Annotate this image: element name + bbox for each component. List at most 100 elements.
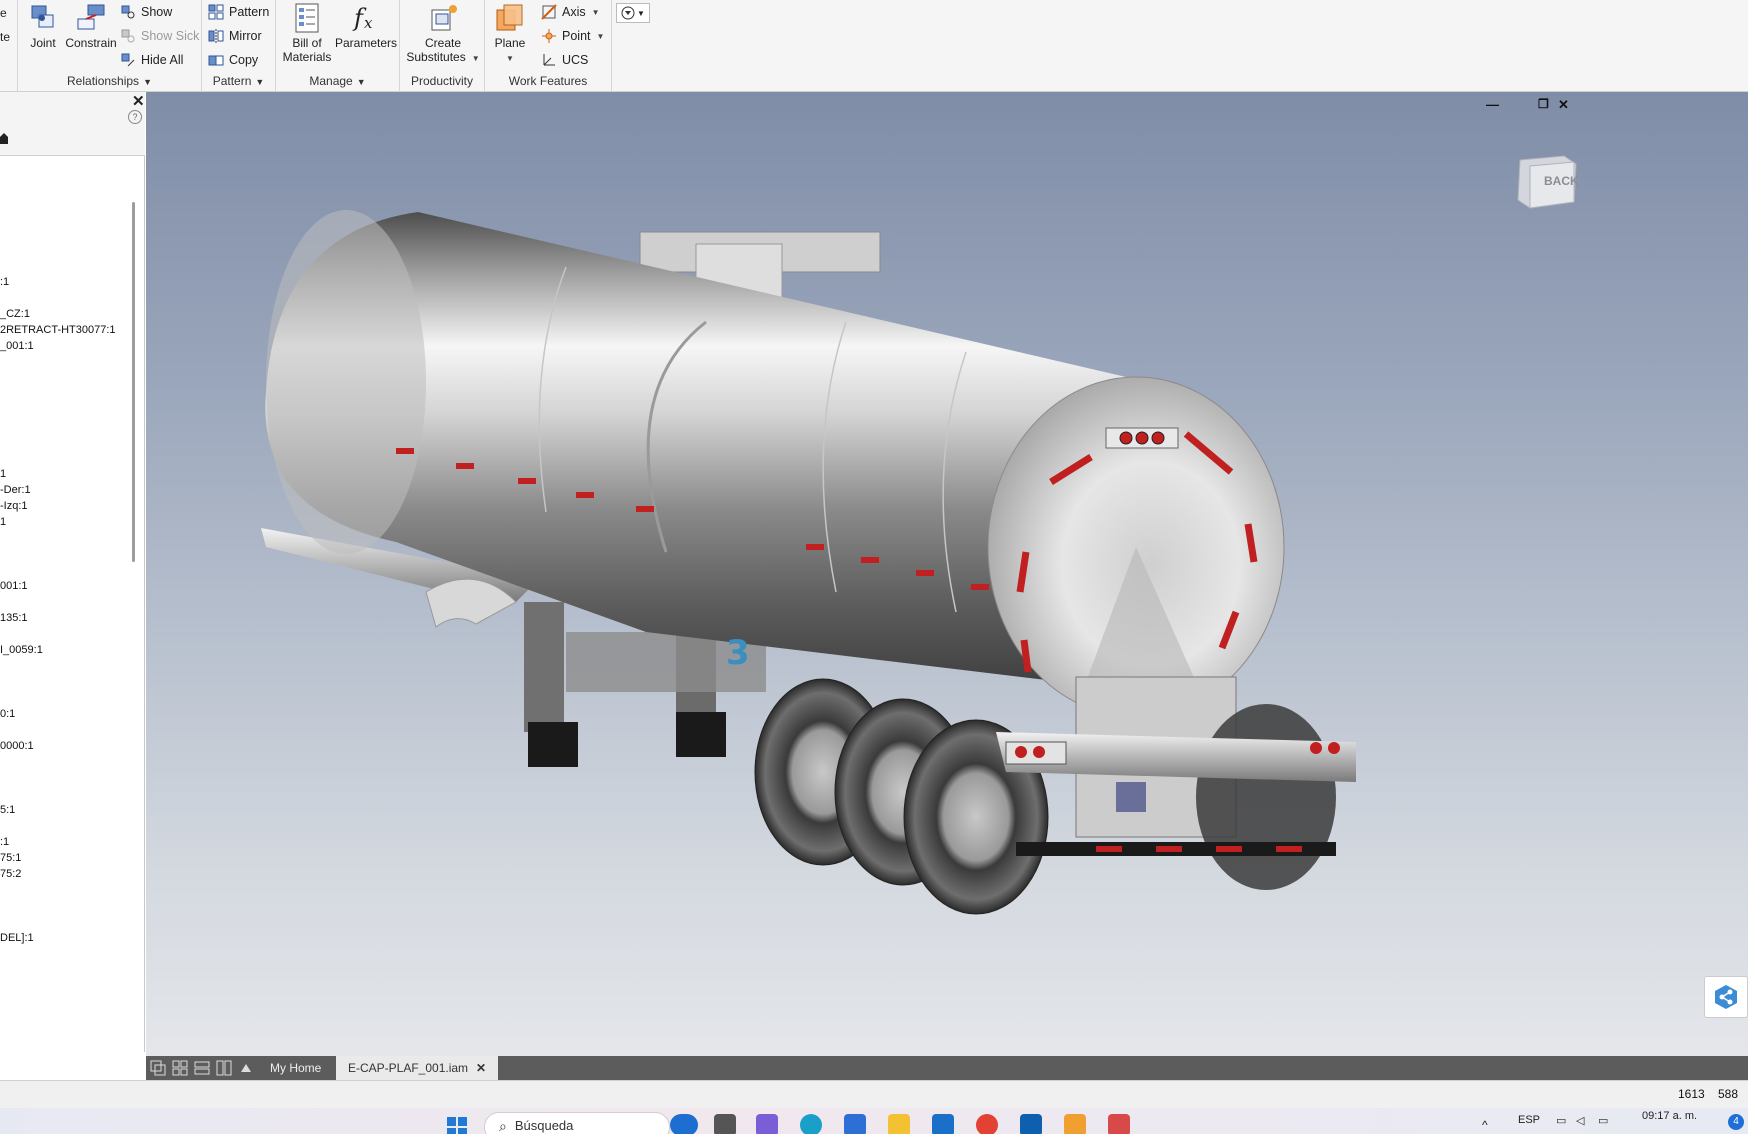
show-icon (121, 5, 135, 19)
close-tab-icon[interactable]: ✕ (476, 1061, 486, 1075)
file-explorer-icon[interactable] (888, 1114, 910, 1134)
viewcube-face-label: BACK (1544, 174, 1579, 188)
teams-icon[interactable] (756, 1114, 778, 1134)
function-fx-icon: f x (352, 4, 373, 32)
create-label-2: Substitutes (406, 50, 466, 64)
copy-label: Copy (229, 53, 259, 67)
copy-button[interactable]: Copy (208, 50, 258, 70)
browser-tree-item[interactable]: I_0059:1 (0, 644, 43, 656)
browser-tree-item[interactable]: :1 (0, 836, 9, 848)
browser-tree-item[interactable]: 0000:1 (0, 740, 34, 752)
dropdown-caret-icon: ▼ (591, 7, 600, 17)
browser-tree-item[interactable]: -Izq:1 (0, 500, 28, 512)
axis-button[interactable]: Axis ▼ (541, 2, 600, 22)
browser-tree-item[interactable]: :1 (0, 276, 9, 288)
manage-group-label[interactable]: Manage ▼ (276, 74, 399, 88)
browser-tree-item[interactable]: -Der:1 (0, 484, 31, 496)
relationships-group-label[interactable]: Relationships ▼ (18, 74, 201, 88)
ribbon-group-manage: Bill of Materials f x Parameters Manage ▼ (276, 0, 400, 92)
joint-button[interactable]: Joint (22, 2, 64, 50)
tab-my-home[interactable]: My Home (258, 1056, 333, 1080)
language-indicator[interactable]: ESP (1518, 1114, 1540, 1126)
notification-badge[interactable]: 4 (1728, 1114, 1744, 1130)
battery-icon[interactable]: ▭ (1598, 1114, 1608, 1127)
graphics-viewport[interactable]: 3 — ❐ ✕ BACK (146, 92, 1748, 1056)
ribbon-group-relationships: Joint Constrain Show Show Sick Hide All … (18, 0, 202, 92)
point-button[interactable]: Point ▼ (541, 26, 604, 46)
taskbar-search-input[interactable]: ⌕ Búsqueda (484, 1112, 670, 1134)
tab-document[interactable]: E-CAP-PLAF_001.iam ✕ (336, 1056, 499, 1080)
show-button[interactable]: Show (120, 2, 172, 22)
status-bar: 1613 588 (0, 1080, 1748, 1108)
ribbon-group-productivity: Create Substitutes ▼ Productivity (400, 0, 485, 92)
dropdown-caret-icon: ▼ (255, 77, 265, 87)
tray-overflow-chevron-icon[interactable]: ^ (1482, 1118, 1488, 1132)
windows-start-icon[interactable] (446, 1116, 468, 1134)
browser-tree-item[interactable]: _CZ:1 (0, 308, 30, 320)
close-icon[interactable]: ✕ (1558, 97, 1569, 113)
browser-tree-item[interactable]: 5:1 (0, 804, 15, 816)
clock-time[interactable]: 09:17 a. m. (1642, 1110, 1697, 1122)
outlook-icon[interactable] (1020, 1114, 1042, 1134)
browser-tree-item[interactable]: 0:1 (0, 708, 15, 720)
tab-list-up-icon[interactable] (238, 1060, 254, 1076)
mirror-button[interactable]: Mirror (208, 26, 262, 46)
tile-windows-icon[interactable] (172, 1060, 188, 1076)
parameters-button[interactable]: f x Parameters (332, 2, 400, 50)
dropdown-caret-icon: ▼ (596, 31, 605, 41)
hide-all-button[interactable]: Hide All (120, 50, 183, 70)
bill-of-materials-button[interactable]: Bill of Materials (278, 2, 336, 64)
browser-tree-item[interactable]: 1 (0, 468, 6, 480)
bing-icon[interactable] (670, 1114, 698, 1134)
help-icon[interactable]: ? (128, 110, 142, 124)
restore-icon[interactable]: ❐ (1538, 97, 1549, 111)
volume-icon[interactable]: ◁ (1576, 1114, 1584, 1127)
home-icon[interactable] (0, 132, 8, 144)
ucs-button[interactable]: UCS (541, 50, 588, 70)
inventor-icon[interactable] (1064, 1114, 1086, 1134)
browser-tree-item[interactable]: _001:1 (0, 340, 34, 352)
pattern-group-label[interactable]: Pattern ▼ (202, 74, 275, 88)
create-substitutes-icon (431, 5, 457, 31)
create-substitutes-button[interactable]: Create Substitutes ▼ (404, 2, 482, 66)
share-view-button[interactable] (1704, 976, 1748, 1018)
show-sick-button[interactable]: Show Sick (120, 26, 199, 46)
joint-label: Joint (30, 36, 56, 50)
axis-label: Axis (562, 5, 586, 19)
plane-button[interactable]: Plane ▼ (489, 2, 531, 66)
browser-tree-item[interactable]: 1 (0, 516, 6, 528)
wheel-set (754, 678, 1336, 915)
plane-label: Plane (494, 36, 526, 50)
point-icon (542, 29, 556, 43)
browser-tree-item[interactable]: 75:2 (0, 868, 21, 880)
pattern-button[interactable]: Pattern (208, 2, 269, 22)
mirror-icon (208, 29, 224, 43)
viewcube[interactable]: BACK (1514, 152, 1579, 209)
cascade-windows-icon[interactable] (150, 1060, 166, 1076)
browser-tree-item[interactable]: DEL]:1 (0, 932, 34, 944)
browser-tree-item[interactable]: 001:1 (0, 580, 28, 592)
chrome-icon[interactable] (976, 1114, 998, 1134)
browser-tree-item[interactable]: 135:1 (0, 612, 28, 624)
tile-horizontal-icon[interactable] (194, 1060, 210, 1076)
tile-vertical-icon[interactable] (216, 1060, 232, 1076)
snipping-tool-icon[interactable] (1108, 1114, 1130, 1134)
close-icon[interactable]: ✕ (132, 92, 145, 110)
chevron-circle-down-icon (621, 6, 635, 20)
task-view-icon[interactable] (714, 1114, 736, 1134)
constrain-button[interactable]: Constrain (60, 2, 122, 50)
bom-label-1: Bill of (292, 36, 322, 50)
tab-document-label: E-CAP-PLAF_001.iam (348, 1061, 469, 1075)
tanker-trailer-model[interactable]: 3 (146, 92, 1748, 1056)
edge-icon[interactable] (800, 1114, 822, 1134)
browser-tree-item[interactable]: 75:1 (0, 852, 21, 864)
assembly-tree: :1 _CZ:1 2RETRACT-HT30077:1 _001:1 1 -Der:1 -I… (0, 156, 128, 1056)
browser-scrollbar[interactable] (132, 202, 135, 562)
minimize-icon[interactable]: — (1486, 97, 1499, 112)
ribbon-options-dropdown[interactable]: ▼ (616, 3, 650, 23)
pattern-group-text: Pattern (212, 74, 252, 88)
store-icon[interactable] (844, 1114, 866, 1134)
network-icon[interactable]: ▭ (1556, 1114, 1566, 1127)
mail-icon[interactable] (932, 1114, 954, 1134)
browser-tree-item[interactable]: 2RETRACT-HT30077:1 (0, 324, 116, 336)
